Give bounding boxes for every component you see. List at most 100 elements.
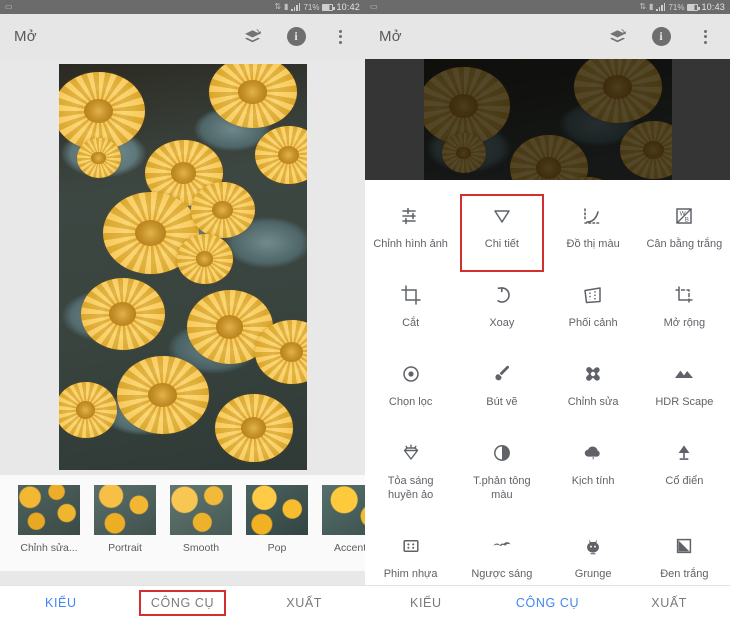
tool-xoay[interactable]: Xoay <box>456 277 547 333</box>
tools-sheet: Chỉnh hình ảnh Chi tiết Đồ thị màu W B C… <box>365 180 730 620</box>
tool-label: Chỉnh hình ảnh <box>373 238 448 250</box>
edited-photo[interactable] <box>58 64 307 470</box>
thumb-image <box>18 485 80 535</box>
tool-label: Đen trắng <box>660 568 709 580</box>
tool-label: Kịch tính <box>571 475 615 487</box>
tool-grunge[interactable]: Grunge <box>548 528 639 584</box>
tab-label: XUẤT <box>651 596 688 610</box>
rotate-icon <box>490 280 514 310</box>
tool-label: Chỉnh sửa <box>567 396 619 408</box>
status-bar-right: ▭ ⇅ ▮ 71% 10:43 <box>365 0 730 14</box>
tool-phoi-canh[interactable]: Phối cảnh <box>548 277 639 333</box>
tool-label: Phim nhựa <box>383 568 438 580</box>
tool-can-bang-trang[interactable]: W B Cân bằng trắng <box>639 198 730 254</box>
bottom-tabbar-left: KIỂU CÔNG CỤ XUẤT <box>0 585 365 620</box>
right-panel-tools-view: ▭ ⇅ ▮ 71% 10:43 Mở i Chỉnh hình ảnh Chi … <box>365 0 730 620</box>
app-bar-actions-left: i <box>241 26 351 48</box>
tool-mo-rong[interactable]: Mở rộng <box>639 277 730 333</box>
tool-nguoc-sang[interactable]: Ngược sáng <box>456 528 547 584</box>
look-label: Pop <box>267 542 287 554</box>
tool-label: Phối cảnh <box>568 317 618 329</box>
info-icon[interactable]: i <box>285 26 307 48</box>
tool-label: Mở rộng <box>663 317 706 329</box>
tool-label: Cắt <box>402 317 420 329</box>
edited-photo-dimmed[interactable] <box>423 59 672 180</box>
photo-stage-left <box>0 59 365 475</box>
glamour-glow-icon <box>399 438 423 468</box>
signal-icon <box>291 3 301 11</box>
list-item[interactable]: Pop <box>246 485 308 554</box>
look-label: Portrait <box>108 542 142 554</box>
tool-toa-sang-huyen-ao[interactable]: Tỏa sáng huyền ảo <box>365 435 456 505</box>
tool-but-ve[interactable]: Bút vẽ <box>456 356 547 412</box>
look-thumbnail[interactable] <box>18 485 80 535</box>
list-item[interactable]: Accentu <box>322 485 365 554</box>
bluetooth-icon: ⇅ <box>274 2 282 11</box>
tool-label: Chọn lọc <box>388 396 433 408</box>
bluetooth-icon: ⇅ <box>639 2 647 11</box>
tool-cat[interactable]: Cắt <box>365 277 456 333</box>
stack-revert-icon[interactable] <box>241 26 263 48</box>
status-bar-left: ▭ ⇅ ▮ 71% 10:42 <box>0 0 365 14</box>
stack-revert-icon[interactable] <box>606 26 628 48</box>
look-thumbnail[interactable] <box>322 485 365 535</box>
clock-left: 10:42 <box>336 2 360 12</box>
thumb-image <box>322 485 365 535</box>
tab-label: CÔNG CỤ <box>515 596 580 610</box>
overflow-menu-icon[interactable] <box>694 26 716 48</box>
overflow-menu-icon[interactable] <box>329 26 351 48</box>
tools-grid: Chỉnh hình ảnh Chi tiết Đồ thị màu W B C… <box>365 198 730 584</box>
dual-screenshot: ▭ ⇅ ▮ 71% 10:42 Mở i Chỉnh sửa... Portra… <box>0 0 730 620</box>
triangle-detail-icon <box>490 201 514 231</box>
tab-label: KIỂU <box>45 596 77 610</box>
tool-phim-nhua[interactable]: Phim nhựa <box>365 528 456 584</box>
look-thumbnail[interactable] <box>94 485 156 535</box>
sliders-icon <box>399 201 423 231</box>
tool-label: Tỏa sáng huyền ảo <box>387 475 434 501</box>
list-item[interactable]: Portrait <box>94 485 156 554</box>
tonal-contrast-icon <box>490 438 514 468</box>
tab-looks-right[interactable]: KIỂU <box>365 596 487 610</box>
clock-right: 10:43 <box>701 2 725 12</box>
photo-stage-right <box>365 59 730 180</box>
tool-label: Cổ điển <box>665 475 704 487</box>
list-item[interactable]: Smooth <box>170 485 232 554</box>
tab-export-right[interactable]: XUẤT <box>608 596 730 610</box>
tab-label: KIỂU <box>410 596 442 610</box>
tool-kich-tinh[interactable]: Kịch tính <box>548 435 639 505</box>
tab-looks-left[interactable]: KIỂU <box>0 596 122 610</box>
tool-co-dien[interactable]: Cổ điển <box>639 435 730 505</box>
photo-dim-layer <box>423 59 672 180</box>
tool-hdr-scape[interactable]: HDR Scape <box>639 356 730 412</box>
list-item[interactable]: Chỉnh sửa... <box>18 485 80 554</box>
app-bar-right: Mở i <box>365 14 730 59</box>
tool-label: Xoay <box>489 317 515 329</box>
tool-label: Cân bằng trắng <box>646 238 723 250</box>
tool-den-trang[interactable]: Đen trắng <box>639 528 730 584</box>
battery-percent-right: 71% <box>668 2 685 12</box>
info-icon[interactable]: i <box>650 26 672 48</box>
tool-chinh-hinh-anh[interactable]: Chỉnh hình ảnh <box>365 198 456 254</box>
look-thumbnail[interactable] <box>170 485 232 535</box>
drama-cloud-icon <box>581 438 605 468</box>
thumb-image <box>94 485 156 535</box>
tab-export-left[interactable]: XUẤT <box>243 596 365 610</box>
healing-icon <box>581 359 605 389</box>
tool-chi-tiet[interactable]: Chi tiết <box>456 198 547 254</box>
looks-filmstrip[interactable]: Chỉnh sửa... Portrait Smooth Pop Accen <box>0 475 365 571</box>
tool-chinh-sua[interactable]: Chỉnh sửa <box>548 356 639 412</box>
tab-tools-right[interactable]: CÔNG CỤ <box>487 596 609 610</box>
tool-do-thi-mau[interactable]: Đồ thị màu <box>548 198 639 254</box>
tab-tools-left[interactable]: CÔNG CỤ <box>122 590 244 616</box>
brush-icon <box>490 359 514 389</box>
crop-icon <box>399 280 423 310</box>
black-white-icon <box>672 531 696 561</box>
tool-chon-loc[interactable]: Chọn lọc <box>365 356 456 412</box>
app-bar-left: Mở i <box>0 14 365 59</box>
battery-icon <box>687 3 701 11</box>
look-thumbnail[interactable] <box>246 485 308 535</box>
look-label: Smooth <box>182 542 220 554</box>
tool-tuong-phan-tong-mau[interactable]: T.phản tông màu <box>456 435 547 505</box>
perspective-icon <box>581 280 605 310</box>
svg-text:B: B <box>685 217 689 224</box>
